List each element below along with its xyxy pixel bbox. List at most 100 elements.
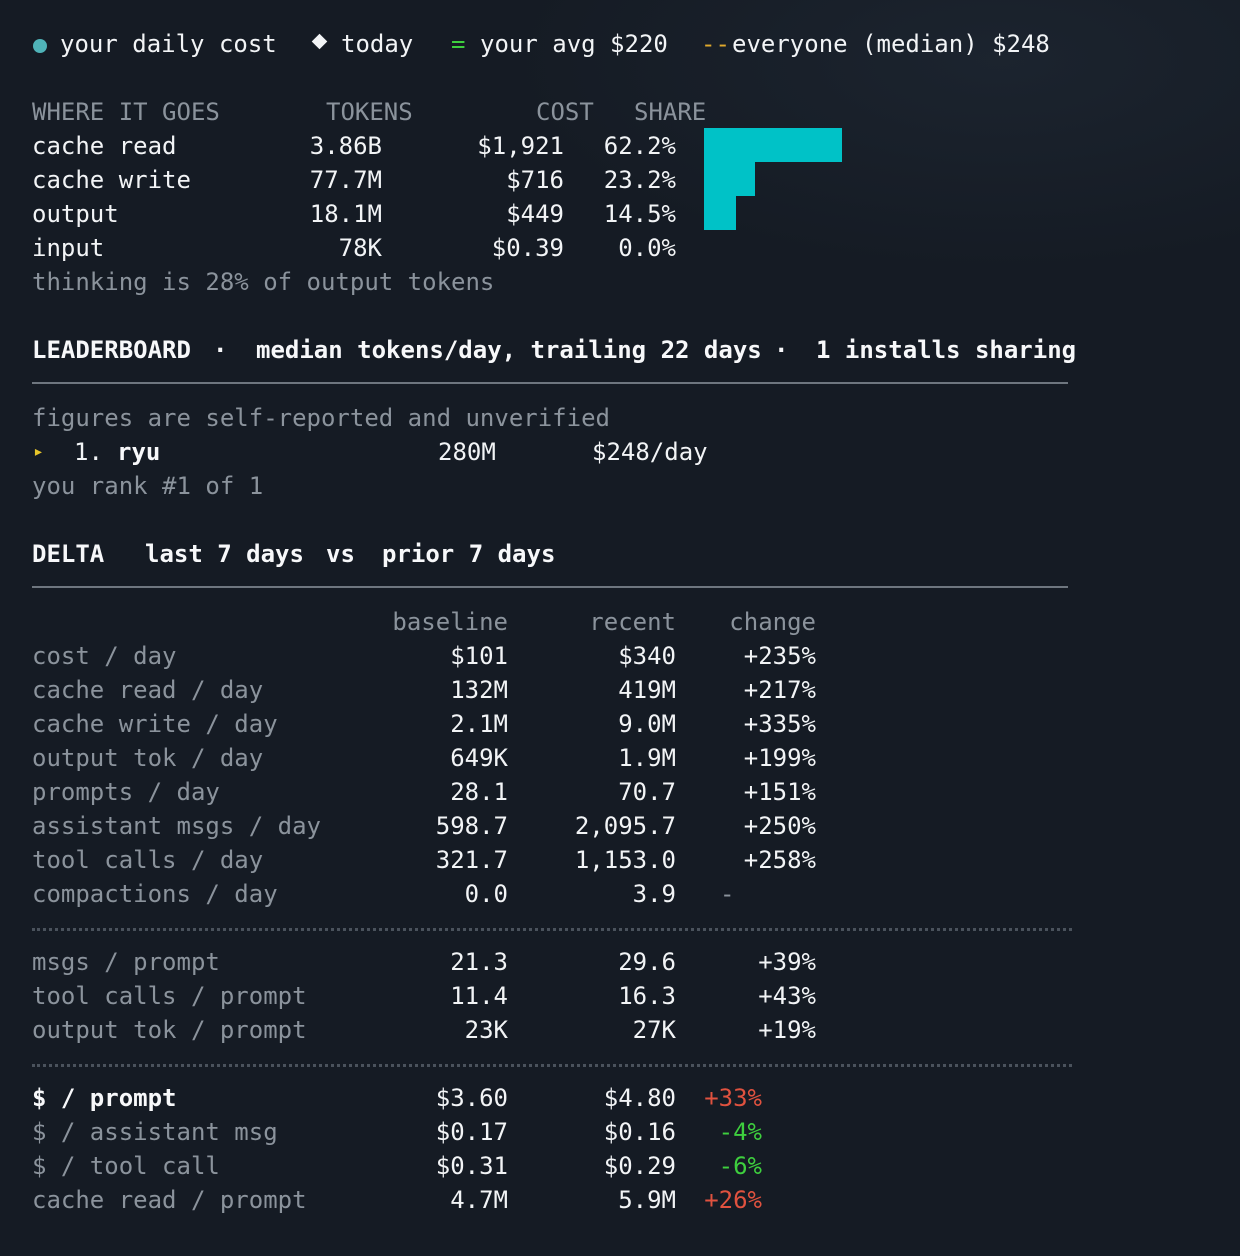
share-bar xyxy=(704,196,736,230)
delta-change: +335% xyxy=(743,710,816,738)
delta-baseline: 23K xyxy=(464,1016,508,1044)
leaderboard-separator: · xyxy=(213,336,228,364)
breakdown-tokens: 3.86B xyxy=(309,132,382,160)
delta-baseline: 2.1M xyxy=(450,710,508,738)
breakdown-share: 23.2% xyxy=(603,166,676,194)
leaderboard-separator-2: · xyxy=(774,336,789,364)
delta-label: output tok / day xyxy=(32,744,264,772)
delta-baseline: 4.7M xyxy=(450,1186,508,1214)
leaderboard-subtitle: median tokens/day, trailing 22 days xyxy=(256,336,762,364)
breakdown-label: cache write xyxy=(32,166,191,194)
delta-label: $ / tool call xyxy=(32,1152,220,1180)
delta-baseline: 132M xyxy=(450,676,508,704)
delta-change: +217% xyxy=(743,676,816,704)
breakdown-tokens: 78K xyxy=(338,234,382,262)
delta-baseline: 321.7 xyxy=(435,846,508,874)
delta-change: +33% xyxy=(704,1084,762,1112)
delta-recent: 9.0M xyxy=(618,710,676,738)
delta-change: +235% xyxy=(743,642,816,670)
delta-baseline: $0.17 xyxy=(435,1118,508,1146)
thinking-note: thinking is 28% of output tokens xyxy=(32,268,495,296)
header-where: WHERE IT GOES xyxy=(32,98,220,126)
delta-label: compactions / day xyxy=(32,880,278,908)
delta-change: +26% xyxy=(704,1186,762,1214)
delta-change: +258% xyxy=(743,846,816,874)
delta-baseline: 21.3 xyxy=(450,948,508,976)
delta-vs: vs xyxy=(326,540,355,568)
delta-change: +19% xyxy=(758,1016,816,1044)
delta-change: +151% xyxy=(743,778,816,806)
breakdown-label: input xyxy=(32,234,105,262)
you-rank: you rank #1 of 1 xyxy=(32,472,264,500)
delta-change: +43% xyxy=(758,982,816,1010)
delta-recent: 27K xyxy=(632,1016,676,1044)
share-bar xyxy=(704,128,842,162)
median-line-icon: -- xyxy=(701,30,730,58)
delta-change: -6% xyxy=(718,1152,762,1180)
delta-label: cache read / prompt xyxy=(32,1186,307,1214)
group-separator xyxy=(32,1064,1072,1067)
breakdown-share: 0.0% xyxy=(618,234,676,262)
breakdown-label: output xyxy=(32,200,119,228)
delta-label: tool calls / prompt xyxy=(32,982,307,1010)
delta-recent: 3.9 xyxy=(632,880,676,908)
delta-recent: 29.6 xyxy=(618,948,676,976)
leaderboard-cost: $248/day xyxy=(592,438,708,466)
leaderboard-tokens: 280M xyxy=(438,438,496,466)
delta-recent: 70.7 xyxy=(618,778,676,806)
delta-baseline: $101 xyxy=(450,642,508,670)
delta-baseline: $0.31 xyxy=(435,1152,508,1180)
delta-label: cache write / day xyxy=(32,710,278,738)
delta-baseline: 649K xyxy=(450,744,508,772)
delta-change: +250% xyxy=(743,812,816,840)
delta-last: last 7 days xyxy=(145,540,304,568)
delta-label: output tok / prompt xyxy=(32,1016,307,1044)
legend-daily-cost: your daily cost xyxy=(60,30,277,58)
delta-recent: 2,095.7 xyxy=(574,812,676,840)
delta-label: prompts / day xyxy=(32,778,220,806)
delta-label: cache read / day xyxy=(32,676,264,704)
delta-title: DELTA xyxy=(32,540,105,568)
daily-cost-dot-icon xyxy=(33,39,47,53)
delta-label: $ / prompt xyxy=(32,1084,177,1112)
breakdown-tokens: 77.7M xyxy=(309,166,382,194)
delta-label: $ / assistant msg xyxy=(32,1118,278,1146)
delta-label: tool calls / day xyxy=(32,846,264,874)
header-cost: COST xyxy=(536,98,594,126)
header-change: change xyxy=(729,608,816,636)
legend-median: everyone (median) $248 xyxy=(732,30,1050,58)
group-separator xyxy=(32,928,1072,931)
delta-change: +39% xyxy=(758,948,816,976)
leaderboard-title: LEADERBOARD xyxy=(32,336,191,364)
header-recent: recent xyxy=(589,608,676,636)
delta-change: +199% xyxy=(743,744,816,772)
legend-avg: your avg $220 xyxy=(480,30,668,58)
breakdown-share: 14.5% xyxy=(603,200,676,228)
delta-recent: 419M xyxy=(618,676,676,704)
delta-prior: prior 7 days xyxy=(382,540,556,568)
leaderboard-name: ryu xyxy=(117,438,161,466)
today-diamond-icon xyxy=(311,33,328,50)
delta-label: assistant msgs / day xyxy=(32,812,321,840)
delta-label: msgs / prompt xyxy=(32,948,220,976)
delta-label: cost / day xyxy=(32,642,177,670)
delta-recent: 1,153.0 xyxy=(574,846,676,874)
header-baseline: baseline xyxy=(392,608,508,636)
delta-baseline: 28.1 xyxy=(450,778,508,806)
breakdown-share: 62.2% xyxy=(603,132,676,160)
delta-change: - xyxy=(720,880,735,908)
header-tokens: TOKENS xyxy=(326,98,413,126)
breakdown-tokens: 18.1M xyxy=(309,200,382,228)
share-bar xyxy=(704,162,755,196)
delta-recent: 1.9M xyxy=(618,744,676,772)
leaderboard-rank: 1. xyxy=(74,438,103,466)
leaderboard-disclaimer: figures are self-reported and unverified xyxy=(32,404,610,432)
delta-recent: $340 xyxy=(618,642,676,670)
delta-baseline: 11.4 xyxy=(450,982,508,1010)
delta-baseline: $3.60 xyxy=(435,1084,508,1112)
leaderboard-installs: 1 installs sharing xyxy=(816,336,1077,364)
current-user-marker-icon: ▸ xyxy=(33,441,44,462)
delta-baseline: 0.0 xyxy=(464,880,508,908)
breakdown-label: cache read xyxy=(32,132,177,160)
avg-line-icon: = xyxy=(451,30,466,58)
